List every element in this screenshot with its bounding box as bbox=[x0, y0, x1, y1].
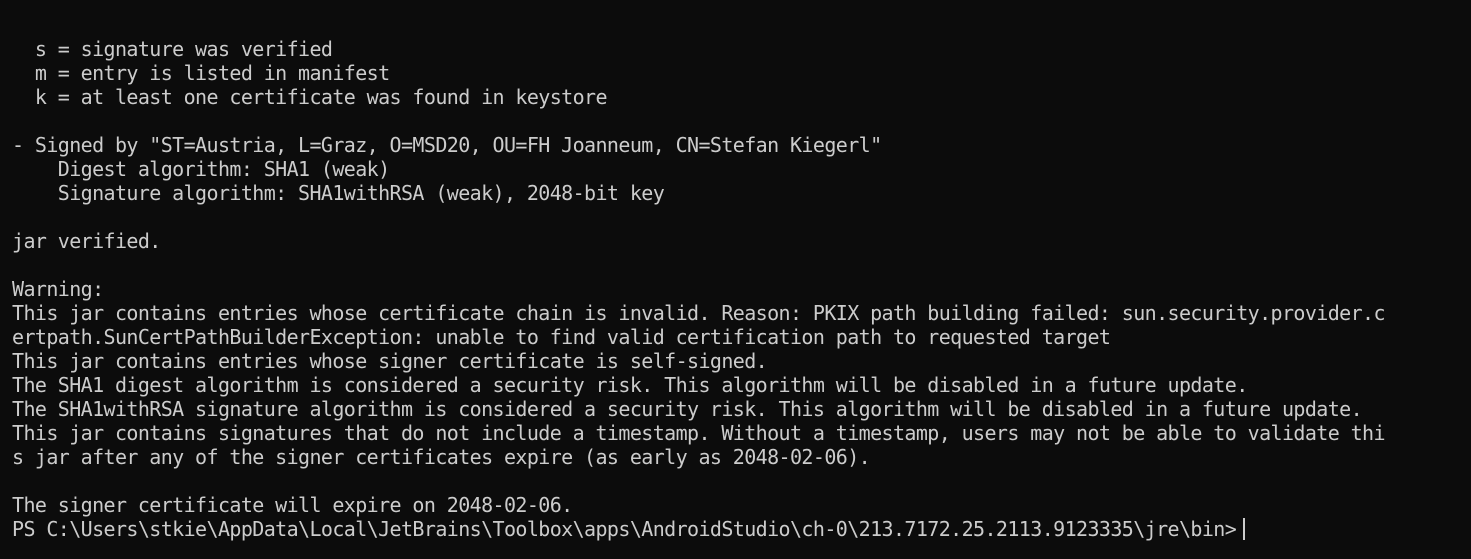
terminal-line: - Signed by "ST=Austria, L=Graz, O=MSD20… bbox=[12, 133, 882, 157]
terminal-line: This jar contains entries whose signer c… bbox=[12, 349, 768, 373]
terminal-line: The SHA1withRSA signature algorithm is c… bbox=[12, 397, 1363, 421]
terminal-line: Digest algorithm: SHA1 (weak) bbox=[12, 157, 390, 181]
terminal-line: The SHA1 digest algorithm is considered … bbox=[12, 373, 1248, 397]
terminal-window[interactable]: s = signature was verified m = entry is … bbox=[0, 0, 1471, 559]
terminal-line: This jar contains signatures that do not… bbox=[12, 421, 1386, 445]
prompt-line[interactable]: PS C:\Users\stkie\AppData\Local\JetBrain… bbox=[12, 517, 1471, 541]
terminal-line: Warning: bbox=[12, 277, 104, 301]
terminal-line: jar verified. bbox=[12, 229, 161, 253]
terminal-line: k = at least one certificate was found i… bbox=[12, 85, 608, 109]
terminal-line: s = signature was verified bbox=[12, 37, 333, 61]
terminal-line: m = entry is listed in manifest bbox=[12, 61, 390, 85]
terminal-line: ertpath.SunCertPathBuilderException: una… bbox=[12, 325, 1111, 349]
terminal-line: This jar contains entries whose certific… bbox=[12, 301, 1386, 325]
prompt-text: PS C:\Users\stkie\AppData\Local\JetBrain… bbox=[12, 517, 1237, 541]
terminal-line: The signer certificate will expire on 20… bbox=[12, 493, 573, 517]
terminal-line: Signature algorithm: SHA1withRSA (weak),… bbox=[12, 181, 665, 205]
terminal-line: s jar after any of the signer certificat… bbox=[12, 445, 871, 469]
text-cursor bbox=[1243, 518, 1246, 540]
